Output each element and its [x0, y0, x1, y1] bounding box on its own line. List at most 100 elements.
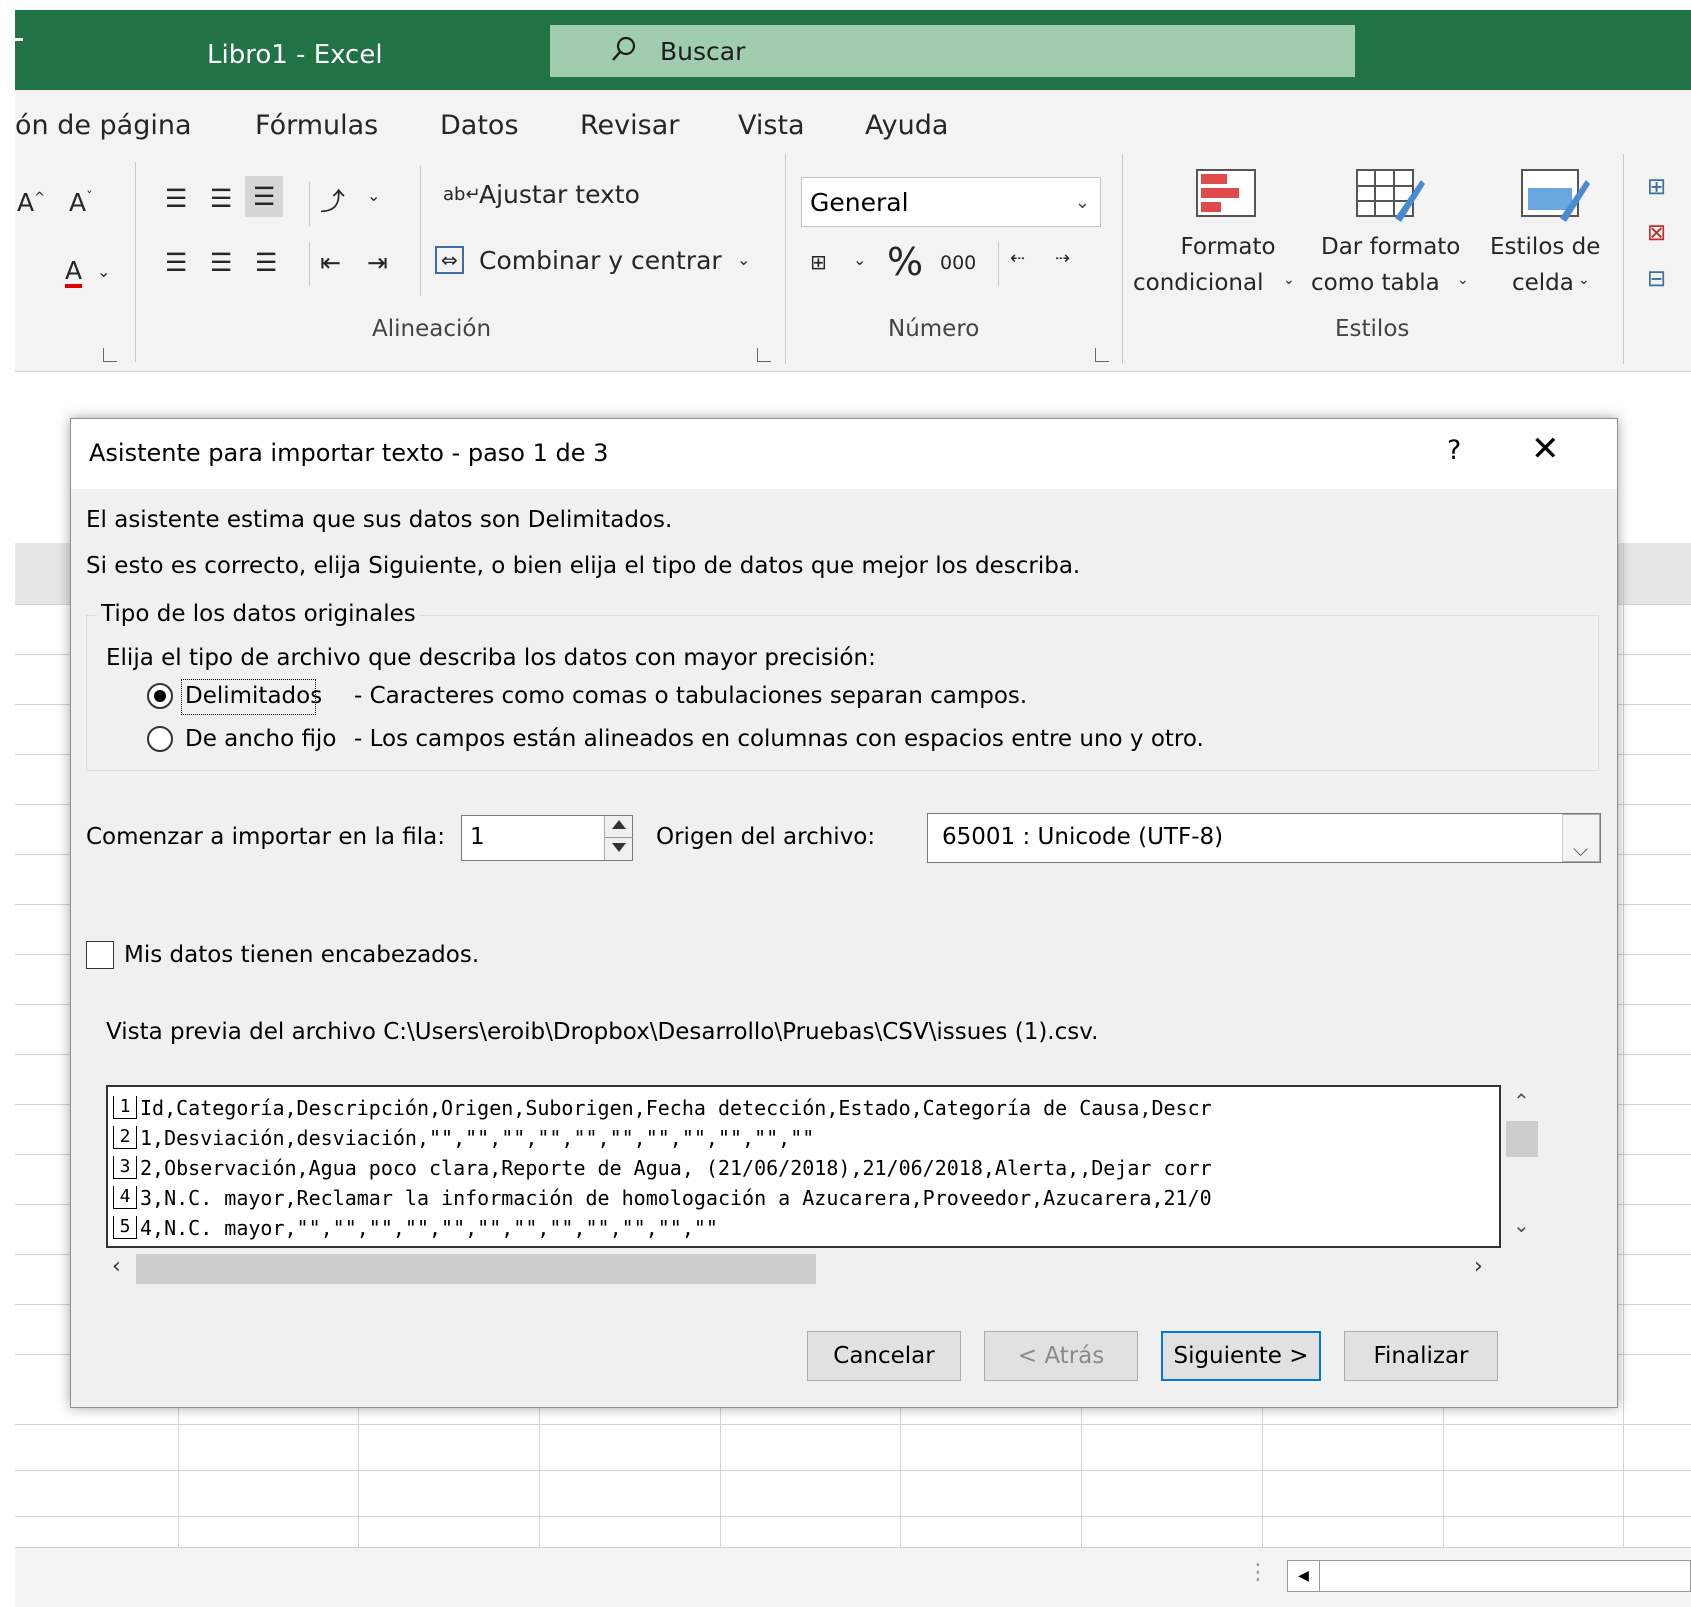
- increase-indent-icon[interactable]: ⇥: [367, 248, 388, 277]
- format-as-table-label-2[interactable]: como tabla: [1311, 270, 1440, 296]
- preview-label: Vista previa del archivo C:\Users\eroib\…: [106, 1019, 1099, 1045]
- next-button[interactable]: Siguiente >: [1161, 1331, 1321, 1381]
- conditional-format-label-1[interactable]: Formato: [1163, 234, 1293, 260]
- headers-checkbox-label[interactable]: Mis datos tienen encabezados.: [124, 942, 479, 968]
- stepper-up-icon[interactable]: [612, 820, 626, 829]
- percent-style-button[interactable]: %: [887, 240, 923, 284]
- comma-style-button[interactable]: 000: [940, 252, 976, 274]
- align-center-icon[interactable]: ☰: [210, 248, 232, 277]
- file-origin-label: Origen del archivo:: [656, 824, 876, 850]
- grid-line: [15, 1516, 1691, 1517]
- grid-line: [178, 1408, 179, 1548]
- orientation-icon[interactable]: ⤴: [320, 182, 345, 218]
- conditional-format-label-2[interactable]: condicional: [1133, 270, 1263, 296]
- grid-line: [720, 1408, 721, 1548]
- align-middle-icon[interactable]: ☰: [210, 184, 232, 213]
- horizontal-sheet-scrollbar[interactable]: ◀: [1287, 1560, 1691, 1592]
- file-origin-select[interactable]: 65001 : Unicode (UTF-8) ⌵: [927, 813, 1601, 863]
- styles-group-label: Estilos: [1335, 316, 1410, 342]
- number-group-label: Número: [888, 316, 980, 342]
- wrap-text-icon: ab↵: [443, 184, 481, 205]
- back-button[interactable]: < Atrás: [984, 1331, 1138, 1381]
- separator: [135, 162, 136, 362]
- title-bar: Libro1 - Excel Buscar: [15, 10, 1691, 90]
- number-launcher-icon[interactable]: [1095, 348, 1109, 362]
- help-button[interactable]: ?: [1447, 435, 1461, 466]
- stepper-down-icon[interactable]: [612, 843, 626, 852]
- alignment-launcher-icon[interactable]: [757, 348, 771, 362]
- tab-formulas[interactable]: Fórmulas: [255, 110, 378, 141]
- insert-cells-icon[interactable]: ⊞: [1647, 174, 1666, 200]
- scroll-thumb[interactable]: [136, 1254, 816, 1284]
- data-type-group-title: Tipo de los datos originales: [97, 601, 420, 627]
- scroll-right-icon[interactable]: ›: [1474, 1254, 1483, 1279]
- cell-styles-label-2[interactable]: celda: [1512, 270, 1574, 296]
- close-icon[interactable]: ✕: [1531, 429, 1560, 469]
- separator: [998, 242, 999, 286]
- orientation-dropdown-icon[interactable]: ⌄: [367, 186, 380, 205]
- file-origin-dropdown-button[interactable]: ⌵: [1562, 814, 1600, 862]
- separator: [309, 182, 310, 226]
- accounting-format-icon[interactable]: ⊞: [810, 250, 827, 274]
- format-cells-icon[interactable]: ⊟: [1647, 266, 1666, 292]
- wrap-text-button[interactable]: Ajustar texto: [479, 180, 640, 209]
- search-placeholder: Buscar: [660, 37, 746, 66]
- grid-line: [900, 1408, 901, 1548]
- align-left-icon[interactable]: ☰: [165, 248, 187, 277]
- radio-delimited-label[interactable]: Delimitados: [185, 683, 322, 709]
- font-color-icon[interactable]: A: [65, 258, 83, 288]
- scroll-left-icon[interactable]: ◀: [1288, 1561, 1320, 1591]
- grid-line: [1262, 1408, 1263, 1548]
- tab-page-layout[interactable]: ón de página: [15, 110, 192, 141]
- scroll-thumb[interactable]: [1506, 1121, 1538, 1157]
- radio-fixed-width[interactable]: [147, 726, 173, 752]
- sheet-splitter-icon[interactable]: ⋮: [1247, 1560, 1269, 1585]
- cancel-button[interactable]: Cancelar: [807, 1331, 961, 1381]
- finish-button[interactable]: Finalizar: [1344, 1331, 1498, 1381]
- ribbon: ón de página Fórmulas Datos Revisar Vist…: [15, 90, 1691, 372]
- align-right-icon[interactable]: ☰: [255, 248, 277, 277]
- scroll-down-icon[interactable]: ⌄: [1513, 1213, 1530, 1237]
- tab-data[interactable]: Datos: [440, 110, 519, 141]
- accounting-dropdown-icon[interactable]: ⌄: [853, 250, 866, 269]
- decrease-indent-icon[interactable]: ⇤: [320, 248, 341, 277]
- font-color-dropdown-icon[interactable]: ⌄: [97, 262, 110, 281]
- scroll-left-icon[interactable]: ‹: [112, 1254, 121, 1279]
- align-top-icon[interactable]: ☰: [165, 184, 187, 213]
- tab-view[interactable]: Vista: [738, 110, 805, 141]
- number-format-value: General: [810, 188, 909, 217]
- stepper-buttons[interactable]: [604, 816, 633, 860]
- decrease-decimal-icon[interactable]: ⇢: [1055, 248, 1070, 269]
- radio-fixed-width-label[interactable]: De ancho fijo: [185, 726, 336, 752]
- scroll-up-icon[interactable]: ⌃: [1513, 1089, 1530, 1113]
- start-row-stepper[interactable]: 1: [461, 815, 633, 861]
- preview-horizontal-scrollbar[interactable]: ‹ ›: [106, 1248, 1501, 1290]
- format-as-table-label-1[interactable]: Dar formato: [1321, 234, 1460, 260]
- grid-line: [358, 1408, 359, 1548]
- preview-vertical-scrollbar[interactable]: ⌃ ⌄: [1501, 1085, 1543, 1248]
- delete-cells-icon[interactable]: ⊠: [1647, 220, 1666, 246]
- increase-decimal-icon[interactable]: ⇠: [1010, 248, 1025, 269]
- stepper-divider: [605, 837, 633, 838]
- chevron-down-icon: ⌵: [1573, 837, 1589, 861]
- merge-center-dropdown-icon[interactable]: ⌄: [737, 250, 750, 269]
- number-format-select[interactable]: General ⌄: [801, 177, 1101, 227]
- increase-font-icon[interactable]: A^: [17, 188, 45, 217]
- preview-row-number: 5: [113, 1216, 137, 1239]
- start-row-value: 1: [470, 824, 485, 850]
- align-bottom-icon[interactable]: ☰: [245, 176, 284, 217]
- tab-help[interactable]: Ayuda: [865, 110, 948, 141]
- file-preview[interactable]: 1 Id,Categoría,Descripción,Origen,Subori…: [106, 1085, 1501, 1248]
- search-box[interactable]: Buscar: [550, 25, 1355, 77]
- grid-line: [15, 1424, 1691, 1425]
- font-launcher-icon[interactable]: [103, 348, 117, 362]
- radio-delimited[interactable]: [147, 683, 173, 709]
- chevron-down-icon: ⌄: [1578, 272, 1590, 288]
- headers-checkbox[interactable]: [86, 941, 114, 969]
- decrease-font-icon[interactable]: Aˇ: [69, 188, 93, 217]
- tab-review[interactable]: Revisar: [580, 110, 679, 141]
- merge-center-button[interactable]: Combinar y centrar: [479, 246, 722, 275]
- cell-styles-label-1[interactable]: Estilos de: [1490, 234, 1600, 260]
- grid-line: [1081, 1408, 1082, 1548]
- window-title: Libro1 - Excel: [207, 40, 383, 70]
